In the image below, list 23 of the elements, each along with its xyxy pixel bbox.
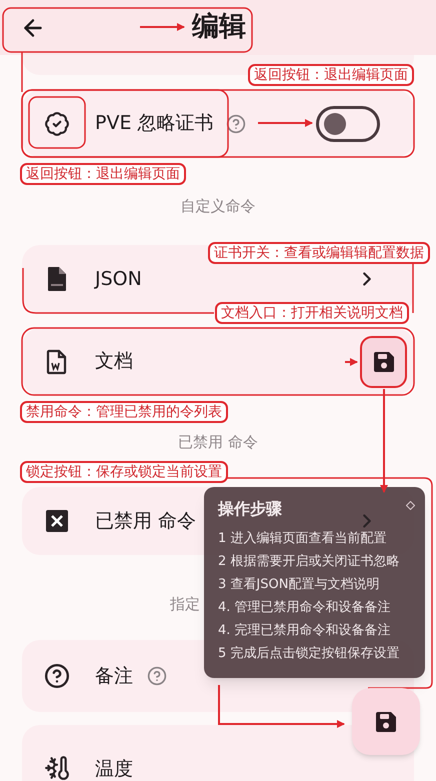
step-text: 1 进入编辑页面查看当前配置 [218, 530, 388, 548]
row-label: JSON [95, 268, 142, 290]
annotation-label: 证书开关：查看或编辑辑配置数据 [208, 242, 430, 264]
step-text: 4. 管理已禁用命令和设备备注 [218, 599, 392, 617]
step-text: 5 完成后点击锁定按钮保存设置 [218, 645, 400, 663]
step-text: 2 根据需要开启或关闭证书忽略 [218, 553, 400, 571]
row-label: PVE 忽略证书 [95, 111, 214, 136]
section-heading: 自定义命令 [180, 196, 256, 217]
section-heading: 已禁用 命令 [178, 432, 258, 453]
row-label: 已禁用 命令 [95, 510, 196, 532]
step-text: 4. 完理已禁用命令和设备备注 [218, 622, 392, 640]
annotation-label: 返回按钮：退出编辑页面 [20, 163, 186, 185]
annotation-label: 文档入口：打开相关说明文档 [215, 302, 409, 324]
row-label: 温度 [95, 758, 133, 780]
tooltip-title: 操作步骤 [218, 498, 282, 520]
page-title: 编辑 [192, 10, 246, 44]
annotation-label: 锁定按钮：保存或锁定当前设置 [20, 461, 228, 483]
step-text: 3 查看JSON配置与文档说明 [218, 576, 380, 594]
annotation-label: 禁用命令：管理已禁用的令列表 [20, 401, 228, 423]
section-heading: 指定 [170, 594, 200, 615]
row-label: 文档 [95, 350, 133, 372]
annotation-label: 返回按钮：退出编辑页面 [248, 64, 414, 86]
row-label: 备注 [95, 664, 133, 687]
